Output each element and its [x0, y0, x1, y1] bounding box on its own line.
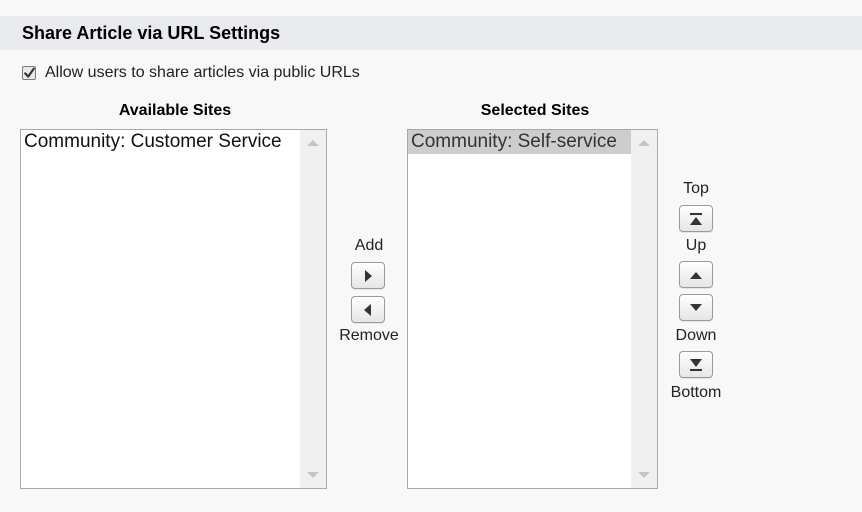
- caret-down-icon: [690, 303, 702, 311]
- selected-sites-scrollbar[interactable]: [631, 130, 657, 488]
- scroll-up-arrow-icon[interactable]: [307, 140, 319, 146]
- scroll-up-arrow-icon[interactable]: [638, 140, 650, 146]
- scroll-down-arrow-icon[interactable]: [307, 472, 319, 478]
- move-down-button[interactable]: [679, 294, 713, 321]
- arrow-to-bottom-icon: [690, 358, 702, 371]
- share-via-url-option: Allow users to share articles via public…: [22, 63, 360, 83]
- selected-site-option[interactable]: Community: Self-service: [408, 130, 631, 154]
- available-sites-listbox[interactable]: Community: Customer Service: [20, 129, 327, 489]
- available-site-option[interactable]: Community: Customer Service: [21, 130, 300, 154]
- remove-button[interactable]: [351, 296, 385, 323]
- selected-sites-listbox[interactable]: Community: Self-service: [407, 129, 658, 489]
- move-up-button[interactable]: [679, 261, 713, 288]
- caret-left-icon: [364, 303, 371, 316]
- bottom-label: Bottom: [670, 384, 722, 401]
- allow-public-url-label: Allow users to share articles via public…: [45, 64, 360, 81]
- move-top-button[interactable]: [679, 205, 713, 232]
- remove-label: Remove: [339, 327, 399, 344]
- up-label: Up: [685, 237, 707, 254]
- arrow-to-top-icon: [690, 212, 702, 225]
- move-bottom-button[interactable]: [679, 351, 713, 378]
- caret-up-icon: [690, 271, 702, 279]
- down-label: Down: [675, 327, 717, 344]
- checkmark-icon: [24, 67, 35, 78]
- selected-sites-header: Selected Sites: [480, 102, 590, 119]
- share-article-settings-page: Share Article via URL Settings Allow use…: [0, 0, 862, 512]
- scroll-down-arrow-icon[interactable]: [638, 472, 650, 478]
- section-title: Share Article via URL Settings: [22, 23, 281, 43]
- top-label: Top: [683, 180, 709, 197]
- add-label: Add: [354, 237, 384, 254]
- caret-right-icon: [365, 269, 372, 282]
- add-button[interactable]: [351, 262, 385, 289]
- available-sites-scrollbar[interactable]: [300, 130, 326, 488]
- allow-public-url-checkbox[interactable]: [22, 66, 36, 80]
- available-sites-header: Available Sites: [118, 102, 232, 119]
